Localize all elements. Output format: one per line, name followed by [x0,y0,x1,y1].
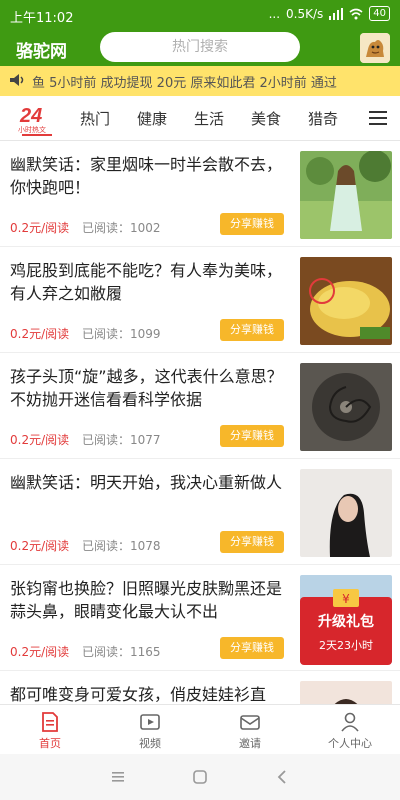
article-title[interactable]: 都可唯变身可爱女孩，俏皮娃娃衫直 [10,683,285,704]
svg-text:¥: ¥ [342,592,350,606]
photo-hair-whorl [300,363,392,451]
article-card[interactable]: 幽默笑话：家里烟味一时半会散不去，你快跑吧！ 0.2元/阅读 已阅读：1002 … [0,141,400,247]
tab-home-label: 首页 [39,737,61,750]
user-icon [341,712,359,732]
article-card[interactable]: 孩子头顶“旋”越多，这代表什么意思？不妨抛开迷信看看科学依据 0.2元/阅读 已… [0,353,400,459]
tab-home[interactable]: 首页 [20,711,80,751]
signal-icon [329,7,344,20]
article-price: 0.2元/阅读 [10,221,70,235]
invite-mail-icon [240,715,260,730]
article-read-count: 已阅读：1077 [82,433,161,447]
video-icon [140,714,160,730]
article-title[interactable]: 张钧甯也换脸？旧照曝光皮肤黝黑还是蒜头鼻，眼睛变化最大认不出 [10,577,285,623]
avatar[interactable] [360,33,390,63]
home-nav-icon[interactable] [190,767,210,787]
article-title[interactable]: 鸡屁股到底能不能吃？有人奉为美味，有人弃之如敝履 [10,259,285,305]
tab-food[interactable]: 美食 [251,108,281,129]
upgrade-gift-promo[interactable]: ¥ 升级礼包 2天23小时 [300,589,392,665]
status-dots: ... [268,6,281,21]
article-read-count: 已阅读：1002 [82,221,161,235]
status-speed: 0.5K/s [286,6,324,21]
article-thumbnail[interactable] [300,469,392,557]
tab-video-label: 视频 [139,737,161,750]
system-nav-bar [0,754,400,800]
app-logo[interactable]: 骆驼网 [16,37,67,62]
tab-invite[interactable]: 邀请 [220,711,280,751]
article-price: 0.2元/阅读 [10,433,70,447]
tab-profile-label: 个人中心 [328,737,372,750]
svg-text:24: 24 [19,105,42,127]
article-card[interactable]: 都可唯变身可爱女孩，俏皮娃娃衫直 [0,671,400,704]
tab-invite-label: 邀请 [239,737,261,750]
tab-profile[interactable]: 个人中心 [320,711,380,751]
tab-hot[interactable]: 热门 [80,108,110,129]
hot24-icon: 24 小时热文 [18,105,52,136]
article-price: 0.2元/阅读 [10,539,70,553]
article-thumbnail[interactable] [300,151,392,239]
status-time: 上午11:02 [10,11,74,26]
share-earn-button[interactable]: 分享赚钱 [220,637,284,659]
bottom-tab-bar: 首页 视频 邀请 个人中心 [0,704,400,755]
status-right: ... 0.5K/s 40 [269,6,390,21]
tab-health[interactable]: 健康 [137,108,167,129]
battery-icon: 40 [369,6,390,21]
share-earn-button[interactable]: 分享赚钱 [220,531,284,553]
menu-nav-icon[interactable] [108,767,128,787]
article-title[interactable]: 孩子头顶“旋”越多，这代表什么意思？不妨抛开迷信看看科学依据 [10,365,285,411]
app-header: 骆驼网 热门搜索 [0,30,400,66]
camel-avatar-icon [360,33,390,63]
ticker-text: 鱼 5小时前 成功提现 20元 原来如此君 2小时前 通过 [32,76,337,91]
wifi-icon [349,8,363,19]
share-earn-button[interactable]: 分享赚钱 [220,425,284,447]
article-card[interactable]: 鸡屁股到底能不能吃？有人奉为美味，有人弃之如敝履 0.2元/阅读 已阅读：109… [0,247,400,353]
article-thumbnail[interactable] [300,363,392,451]
promo-countdown: 2天23小时 [319,639,373,652]
search-input[interactable]: 热门搜索 [100,32,300,62]
withdraw-ticker: 鱼 5小时前 成功提现 20元 原来如此君 2小时前 通过 [0,66,400,96]
article-title[interactable]: 幽默笑话：明天开始，我决心重新做人 [10,471,285,494]
share-earn-button[interactable]: 分享赚钱 [220,213,284,235]
article-price: 0.2元/阅读 [10,327,70,341]
menu-icon[interactable] [368,108,388,128]
tab-life[interactable]: 生活 [194,108,224,129]
photo-chicken [300,257,392,345]
article-read-count: 已阅读：1078 [82,539,161,553]
photo-woman-garden [300,151,392,239]
tab-odd[interactable]: 猎奇 [308,108,338,129]
share-earn-button[interactable]: 分享赚钱 [220,319,284,341]
tab-24h-hot[interactable]: 24 小时热文 [14,102,60,136]
photo-woman-portrait [300,469,392,557]
article-thumbnail[interactable] [300,681,392,704]
svg-text:小时热文: 小时热文 [18,125,46,134]
tab-video[interactable]: 视频 [120,711,180,751]
article-card[interactable]: 幽默笑话：明天开始，我决心重新做人 0.2元/阅读 已阅读：1078 分享赚钱 [0,459,400,565]
article-read-count: 已阅读：1165 [82,645,161,659]
article-title[interactable]: 幽默笑话：家里烟味一时半会散不去，你快跑吧！ [10,153,285,199]
category-tabs: 24 小时热文 热门 健康 生活 美食 猎奇 [0,96,400,141]
photo-girl [300,681,392,704]
back-nav-icon[interactable] [272,767,292,787]
home-doc-icon [42,712,58,732]
speaker-icon [10,74,24,86]
gift-envelope-icon: ¥ [333,589,359,607]
article-read-count: 已阅读：1099 [82,327,161,341]
status-bar: 上午11:02 ... 0.5K/s 40 [0,0,400,30]
article-price: 0.2元/阅读 [10,645,70,659]
article-thumbnail[interactable] [300,257,392,345]
